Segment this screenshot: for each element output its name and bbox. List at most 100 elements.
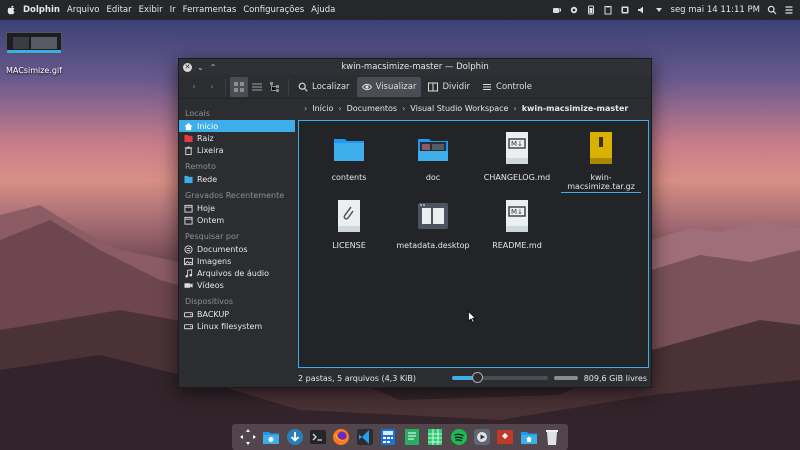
battery-icon[interactable] <box>586 5 596 15</box>
settings-gear-icon[interactable] <box>569 5 579 15</box>
zoom-slider[interactable] <box>451 372 548 383</box>
notifications-icon[interactable] <box>784 5 794 15</box>
clock[interactable]: seg mai 14 11:11 PM <box>671 5 760 15</box>
breadcrumb-item-current[interactable]: kwin-macsimize-master <box>522 104 629 113</box>
sidebar-item-backup[interactable]: BACKUP <box>179 308 295 320</box>
close-icon: ✕ <box>184 63 191 71</box>
desktop-file-macsimize-gif[interactable]: MACsimize.gif <box>4 32 64 76</box>
sidebar-item-label: Linux filesystem <box>197 321 263 331</box>
menu-arquivo[interactable]: Arquivo <box>67 5 100 15</box>
tree-view-button[interactable] <box>266 77 284 97</box>
file-item-tarball[interactable]: kwin-macsimize.tar.gz <box>561 131 641 193</box>
calculator-app-icon[interactable] <box>379 428 397 446</box>
sidebar-item-videos[interactable]: Vídeos <box>179 279 295 291</box>
file-name: contents <box>331 173 367 182</box>
sidebar-item-hoje[interactable]: Hoje <box>179 202 295 214</box>
split-view-icon <box>428 82 439 91</box>
images-icon <box>184 257 193 265</box>
zoom-slider-handle[interactable] <box>472 372 484 383</box>
archive-manager-app-icon[interactable] <box>496 428 514 446</box>
search-icon[interactable] <box>767 5 777 15</box>
file-item-doc[interactable]: doc <box>393 131 473 182</box>
menu-app-name[interactable]: Dolphin <box>23 5 60 15</box>
sidebar-item-imagens[interactable]: Imagens <box>179 255 295 267</box>
find-label: Localizar <box>312 81 350 92</box>
menu-exibir[interactable]: Exibir <box>139 5 163 15</box>
sidebar-item-label: Rede <box>197 174 218 184</box>
menu-configuracoes[interactable]: Configurações <box>243 5 304 15</box>
control-label: Controle <box>496 81 532 92</box>
desktop-file-label: MACsimize.gif <box>5 66 62 75</box>
move-arrows-icon[interactable] <box>239 428 257 446</box>
dolphin-app-icon[interactable] <box>262 428 280 446</box>
back-button[interactable]: ‹ <box>185 77 203 97</box>
gif-thumbnail-icon <box>6 32 62 54</box>
vscode-app-icon[interactable] <box>356 428 374 446</box>
text-file-icon <box>338 200 360 232</box>
terminal-app-icon[interactable] <box>309 428 327 446</box>
sidebar-item-rede[interactable]: Rede <box>179 173 295 185</box>
sidebar-item-inicio[interactable]: Início <box>179 120 295 132</box>
sidebar-item-label: Hoje <box>197 203 216 213</box>
sidebar-item-raiz[interactable]: Raiz <box>179 132 295 144</box>
sidebar-header-dispositivos: Dispositivos <box>185 297 234 306</box>
find-button[interactable]: Localizar <box>293 77 355 97</box>
notes-app-icon[interactable] <box>403 428 421 446</box>
close-button[interactable]: ✕ <box>183 62 192 72</box>
file-item-license[interactable]: LICENSE <box>309 199 389 250</box>
clipboard-icon[interactable] <box>603 5 613 15</box>
preview-button[interactable]: Visualizar <box>356 76 422 97</box>
icons-view-button[interactable] <box>230 76 248 97</box>
dock <box>232 424 568 450</box>
network-icon[interactable] <box>620 5 630 15</box>
file-item-readme[interactable]: M↓ README.md <box>477 199 557 250</box>
volume-icon[interactable] <box>637 5 647 15</box>
home-folder-app-icon[interactable] <box>520 428 538 446</box>
breadcrumb-item-workspace[interactable]: Visual Studio Workspace <box>410 104 508 113</box>
sidebar-item-ontem[interactable]: Ontem <box>179 214 295 226</box>
maximize-chevron-icon[interactable]: ⌃ <box>210 63 217 72</box>
toolbar-separator <box>288 78 289 95</box>
svg-text:M↓: M↓ <box>511 140 523 148</box>
forward-button[interactable]: › <box>203 77 221 97</box>
video-camera-icon <box>184 282 193 288</box>
menu-editar[interactable]: Editar <box>106 5 131 15</box>
apple-logo-icon[interactable] <box>6 5 16 15</box>
control-button[interactable]: Controle <box>477 77 537 97</box>
archive-file-icon <box>590 132 612 164</box>
breadcrumb-chevron-icon: › <box>304 103 308 113</box>
sidebar-item-lixeira[interactable]: Lixeira <box>179 144 295 156</box>
coffee-icon[interactable] <box>552 5 562 15</box>
file-item-metadata[interactable]: metadata.desktop <box>393 199 473 250</box>
sidebar-item-label: Documentos <box>197 244 248 254</box>
file-view[interactable]: contents doc M↓ CHANGELOG.md kwin-macsim… <box>298 120 649 368</box>
spreadsheet-app-icon[interactable] <box>426 428 444 446</box>
menu-ajuda[interactable]: Ajuda <box>311 5 335 15</box>
split-button[interactable]: Dividir <box>423 77 475 97</box>
mouse-cursor-icon <box>468 311 476 323</box>
home-icon <box>184 122 193 130</box>
media-player-app-icon[interactable] <box>473 428 491 446</box>
spotify-app-icon[interactable] <box>450 428 468 446</box>
sidebar-item-audio[interactable]: Arquivos de áudio <box>179 267 295 279</box>
details-view-button[interactable] <box>248 77 266 97</box>
calendar-icon <box>184 204 193 213</box>
sidebar-header-recentes: Gravados Recentemente <box>185 191 285 200</box>
window-titlebar[interactable]: ✕ ⌄ ⌃ kwin-macsimize-master — Dolphin <box>179 59 651 75</box>
sidebar-item-documentos[interactable]: Documentos <box>179 243 295 255</box>
breadcrumb-item-documentos[interactable]: Documentos <box>347 104 398 113</box>
free-space-label: 809,6 GiB livres <box>583 373 647 383</box>
download-app-icon[interactable] <box>286 428 304 446</box>
image-folder-icon <box>418 139 448 161</box>
dropdown-arrow-icon[interactable] <box>654 5 664 15</box>
file-item-contents[interactable]: contents <box>309 131 389 182</box>
trash-app-icon[interactable] <box>543 428 561 446</box>
sidebar-item-linux-filesystem[interactable]: Linux filesystem <box>179 320 295 332</box>
menu-ir[interactable]: Ir <box>170 5 176 15</box>
firefox-app-icon[interactable] <box>332 428 350 446</box>
file-item-changelog[interactable]: M↓ CHANGELOG.md <box>477 131 557 182</box>
menu-ferramentas[interactable]: Ferramentas <box>183 5 237 15</box>
breadcrumb-item-inicio[interactable]: Início <box>312 104 333 113</box>
minimize-chevron-icon[interactable]: ⌄ <box>197 63 204 72</box>
breadcrumb-chevron-icon: › <box>338 103 342 113</box>
